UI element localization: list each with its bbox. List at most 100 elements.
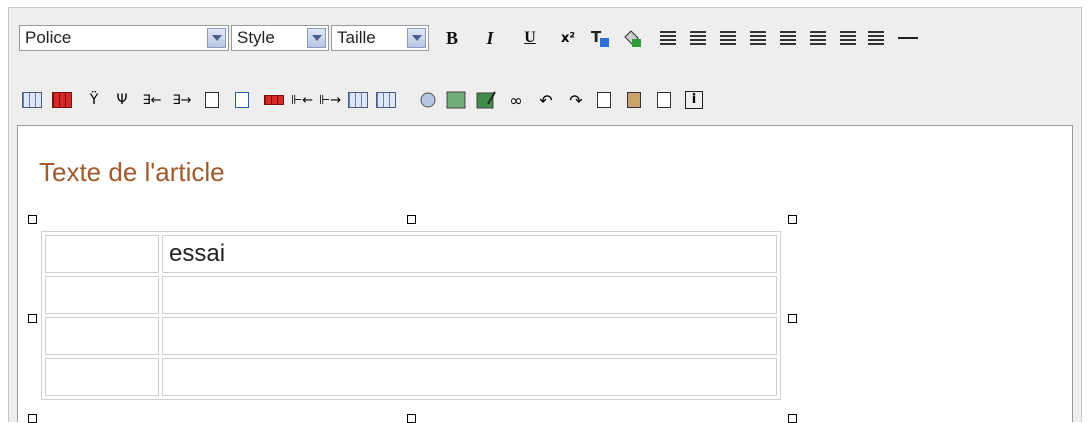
info-button[interactable]: i bbox=[683, 89, 705, 111]
merge-cells-icon bbox=[205, 92, 219, 108]
outdent-button[interactable] bbox=[807, 27, 829, 49]
chevron-down-icon[interactable] bbox=[307, 28, 326, 48]
resize-handle-middle-left[interactable] bbox=[28, 314, 37, 323]
align-right-icon bbox=[750, 31, 766, 45]
resize-handle-top-left[interactable] bbox=[28, 215, 37, 224]
chevron-down-icon[interactable] bbox=[407, 28, 426, 48]
style-select-value: Style bbox=[237, 28, 275, 47]
cut-row-button[interactable]: ⊩← bbox=[291, 89, 313, 111]
superscript-icon: x² bbox=[560, 30, 576, 46]
horizontal-rule-button[interactable] bbox=[897, 27, 919, 49]
split-cells-icon bbox=[235, 92, 249, 108]
table-cell[interactable] bbox=[162, 317, 777, 355]
text-color-icon: T bbox=[591, 28, 609, 47]
resize-handle-middle-right[interactable] bbox=[788, 314, 797, 323]
resize-handle-top-right[interactable] bbox=[788, 215, 797, 224]
table-row bbox=[45, 276, 777, 314]
table-cell[interactable] bbox=[45, 276, 159, 314]
editor-frame: Police Style Taille B I U x² T Ϋ Ψ ∃← ∃→… bbox=[8, 7, 1082, 423]
table-cell[interactable] bbox=[45, 358, 159, 396]
cell-properties-button[interactable] bbox=[347, 89, 369, 111]
paste-row-icon: ⊩→ bbox=[318, 92, 342, 108]
align-justify-button[interactable] bbox=[717, 27, 739, 49]
table-icon bbox=[22, 92, 42, 108]
copy-button[interactable] bbox=[593, 89, 615, 111]
font-select[interactable]: Police bbox=[19, 25, 229, 51]
resize-handle-bottom-center[interactable] bbox=[407, 414, 416, 423]
insert-column-before-button[interactable]: ∃← bbox=[141, 89, 163, 111]
cut-row-icon: ⊩← bbox=[290, 92, 314, 108]
table-row: essai bbox=[45, 235, 777, 273]
redo-icon: ↷ bbox=[569, 90, 583, 110]
style-select[interactable]: Style bbox=[231, 25, 329, 51]
table-properties-icon bbox=[52, 92, 72, 108]
table-cell[interactable] bbox=[162, 276, 777, 314]
font-select-value: Police bbox=[25, 28, 72, 47]
paste-button[interactable] bbox=[623, 89, 645, 111]
table-cell[interactable] bbox=[162, 358, 777, 396]
toolbar-row-table: Ϋ Ψ ∃← ∃→ ⊩← ⊩→ ∞ ↶ ↷ i bbox=[9, 83, 1081, 117]
outdent-icon bbox=[810, 31, 826, 45]
underline-button[interactable]: U bbox=[519, 27, 541, 49]
editor-content-area[interactable]: Texte de l'article essai bbox=[17, 125, 1073, 423]
image-icon bbox=[446, 91, 466, 109]
table-cell[interactable]: essai bbox=[162, 235, 777, 273]
merge-cells-button[interactable] bbox=[201, 89, 223, 111]
resize-handle-bottom-left[interactable] bbox=[28, 414, 37, 423]
insert-column-before-icon: ∃← bbox=[142, 92, 162, 108]
table-cell[interactable] bbox=[45, 317, 159, 355]
bold-button[interactable]: B bbox=[441, 27, 463, 49]
align-left-button[interactable] bbox=[657, 27, 679, 49]
redo-button[interactable]: ↷ bbox=[565, 89, 587, 111]
split-cells-button[interactable] bbox=[231, 89, 253, 111]
superscript-button[interactable]: x² bbox=[557, 27, 579, 49]
unordered-list-icon bbox=[868, 31, 884, 45]
insert-column-after-button[interactable]: ∃→ bbox=[171, 89, 193, 111]
insert-row-below-icon: Ψ bbox=[116, 92, 128, 108]
table-row bbox=[45, 317, 777, 355]
align-left-icon bbox=[660, 31, 676, 45]
toolbar-row-formatting: Police Style Taille B I U x² T bbox=[9, 25, 1081, 63]
highlight-color-button[interactable] bbox=[621, 27, 643, 49]
insert-row-below-button[interactable]: Ψ bbox=[111, 89, 133, 111]
paste-icon bbox=[627, 92, 641, 108]
text-color-button[interactable]: T bbox=[589, 27, 611, 49]
paste-row-button[interactable]: ⊩→ bbox=[319, 89, 341, 111]
insert-image-button[interactable] bbox=[445, 89, 467, 111]
unordered-list-button[interactable] bbox=[865, 27, 887, 49]
content-table[interactable]: essai bbox=[41, 231, 781, 400]
edit-image-icon bbox=[476, 91, 496, 109]
indent-button[interactable] bbox=[777, 27, 799, 49]
insert-object-button[interactable] bbox=[417, 89, 439, 111]
undo-icon: ↶ bbox=[539, 90, 553, 110]
insert-table-button[interactable] bbox=[21, 89, 43, 111]
align-right-button[interactable] bbox=[747, 27, 769, 49]
link-icon: ∞ bbox=[509, 90, 523, 110]
undo-button[interactable]: ↶ bbox=[535, 89, 557, 111]
resize-handle-top-center[interactable] bbox=[407, 215, 416, 224]
copy-icon bbox=[597, 92, 611, 108]
size-select[interactable]: Taille bbox=[331, 25, 429, 51]
underline-label: U bbox=[524, 29, 536, 46]
insert-row-above-button[interactable]: Ϋ bbox=[83, 89, 105, 111]
chevron-down-icon[interactable] bbox=[207, 28, 226, 48]
horizontal-rule-icon bbox=[898, 37, 918, 39]
article-heading: Texte de l'article bbox=[39, 157, 225, 187]
italic-label: I bbox=[486, 27, 494, 48]
edit-image-button[interactable] bbox=[475, 89, 497, 111]
size-select-value: Taille bbox=[337, 28, 376, 47]
insert-row-above-icon: Ϋ bbox=[89, 92, 99, 108]
table-cell[interactable] bbox=[45, 235, 159, 273]
row-properties-icon bbox=[376, 92, 396, 108]
italic-button[interactable]: I bbox=[479, 27, 501, 49]
align-center-button[interactable] bbox=[687, 27, 709, 49]
ordered-list-button[interactable] bbox=[837, 27, 859, 49]
insert-link-button[interactable]: ∞ bbox=[505, 89, 527, 111]
delete-row-button[interactable] bbox=[263, 89, 285, 111]
new-document-button[interactable] bbox=[653, 89, 675, 111]
table-properties-button[interactable] bbox=[51, 89, 73, 111]
paint-bucket-icon bbox=[624, 30, 641, 47]
indent-icon bbox=[780, 31, 796, 45]
row-properties-button[interactable] bbox=[375, 89, 397, 111]
resize-handle-bottom-right[interactable] bbox=[788, 414, 797, 423]
